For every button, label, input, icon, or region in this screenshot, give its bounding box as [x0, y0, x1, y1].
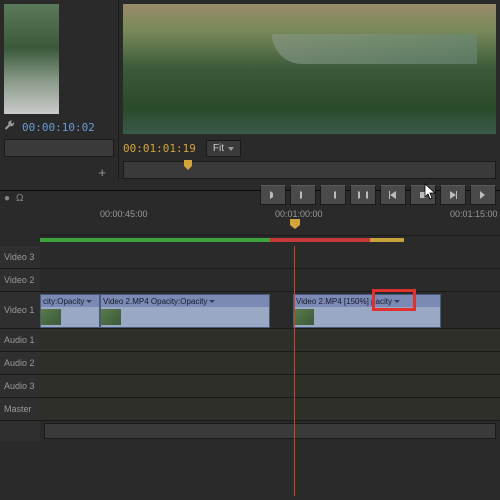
track-header-master[interactable]: Master: [0, 398, 40, 421]
playhead-icon[interactable]: [290, 219, 300, 229]
clip-name-label: Video 2.MP4: [103, 297, 149, 306]
source-monitor[interactable]: [4, 4, 59, 114]
track-header-video2[interactable]: Video 2: [0, 269, 40, 292]
render-bar-green: [40, 238, 270, 242]
render-bar-red: [270, 238, 370, 242]
cursor-icon: [424, 183, 438, 201]
plus-icon[interactable]: +: [98, 165, 106, 180]
clip-1[interactable]: city:Opacity: [40, 294, 100, 328]
render-bar-yellow: [370, 238, 404, 242]
snap-icon[interactable]: Ω: [16, 193, 23, 204]
mini-playhead-icon[interactable]: [184, 160, 192, 170]
time-ruler[interactable]: 00:00:45:00 00:01:00:00 00:01:15:00: [40, 205, 500, 236]
chevron-down-icon: [86, 300, 92, 303]
track-header-audio3[interactable]: Audio 3: [0, 375, 40, 398]
clip-name-label: Video 2.MP4: [296, 297, 342, 306]
clip-fx-label: Opacity:Opacity: [151, 297, 207, 306]
lane-video1[interactable]: city:Opacity Video 2.MP4 Opacity:Opacity…: [40, 292, 500, 329]
playhead-line[interactable]: [294, 246, 295, 496]
next-button[interactable]: [470, 185, 496, 205]
clip-thumbnail: [41, 309, 61, 325]
source-timecode[interactable]: 00:00:10:02: [22, 121, 95, 134]
annotation-highlight: [372, 289, 416, 311]
work-area-bar[interactable]: [40, 236, 500, 246]
wrench-icon[interactable]: [4, 120, 16, 135]
track-header-audio1[interactable]: Audio 1: [0, 329, 40, 352]
lane-master[interactable]: [40, 398, 500, 421]
clip-2[interactable]: Video 2.MP4 Opacity:Opacity: [100, 294, 270, 328]
lane-audio2[interactable]: [40, 352, 500, 375]
step-forward-button[interactable]: [440, 185, 466, 205]
track-header-audio2[interactable]: Audio 2: [0, 352, 40, 375]
set-in-button[interactable]: [290, 185, 316, 205]
clip-fx-label: city:Opacity: [43, 297, 84, 306]
track-header-video1[interactable]: Video 1: [0, 292, 40, 329]
clip-3[interactable]: Video 2.MP4 [150%] pacity: [293, 294, 441, 328]
program-panel: 00:01:01:19 Fit Play-Stop Togg: [119, 0, 500, 180]
ruler-tick: 00:00:45:00: [100, 209, 148, 219]
lane-audio1[interactable]: [40, 329, 500, 352]
track-header-video3[interactable]: Video 3: [0, 246, 40, 269]
track-headers: Video 3 Video 2 Video 1 Audio 1 Audio 2 …: [0, 246, 40, 441]
set-out-button[interactable]: [320, 185, 346, 205]
clip-speed-label: [150%]: [344, 297, 369, 306]
mark-clip-button[interactable]: [350, 185, 376, 205]
horizontal-scrollbar[interactable]: [44, 423, 496, 439]
source-panel: 00:00:10:02 +: [0, 0, 119, 180]
program-mini-timeline[interactable]: [123, 161, 496, 179]
lane-audio3[interactable]: [40, 375, 500, 398]
chevron-down-icon: [228, 147, 234, 151]
clip-thumbnail: [294, 309, 314, 325]
step-back-button[interactable]: [380, 185, 406, 205]
program-monitor[interactable]: [123, 4, 496, 134]
program-timecode[interactable]: 00:01:01:19: [123, 142, 196, 155]
zoom-fit-dropdown[interactable]: Fit: [206, 140, 241, 157]
fit-label: Fit: [213, 143, 224, 154]
source-mini-timeline[interactable]: [4, 139, 114, 157]
track-lanes: city:Opacity Video 2.MP4 Opacity:Opacity…: [40, 246, 500, 441]
ruler-tick: 00:01:15:00: [450, 209, 498, 219]
chevron-down-icon: [209, 300, 215, 303]
ruler-tick: 00:01:00:00: [275, 209, 323, 219]
timeline-panel: ● Ω 00:00:45:00 00:01:00:00 00:01:15:00 …: [0, 190, 500, 441]
lane-video2[interactable]: [40, 269, 500, 292]
lane-video3[interactable]: [40, 246, 500, 269]
mark-in-button[interactable]: [260, 185, 286, 205]
clip-thumbnail: [101, 309, 121, 325]
eye-icon[interactable]: ●: [4, 193, 10, 204]
